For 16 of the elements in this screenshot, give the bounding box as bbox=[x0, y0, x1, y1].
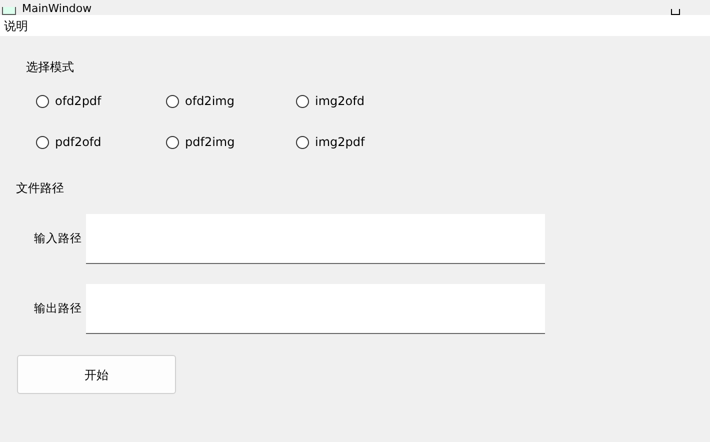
group-title: 文件路径 bbox=[15, 180, 65, 197]
radio-option[interactable]: ofd2img bbox=[166, 92, 296, 110]
path-field[interactable] bbox=[86, 284, 545, 334]
radio-option[interactable]: pdf2ofd bbox=[36, 133, 166, 151]
radio-option[interactable]: ofd2pdf bbox=[36, 92, 166, 110]
app-icon bbox=[2, 7, 16, 15]
radio-option[interactable]: img2ofd bbox=[296, 92, 426, 110]
field-label: 输出路径 bbox=[33, 300, 83, 318]
group-title: 选择模式 bbox=[26, 59, 75, 76]
field-label: 输入路径 bbox=[33, 230, 83, 248]
radio-option[interactable]: pdf2img bbox=[166, 133, 296, 151]
radio-option[interactable]: img2pdf bbox=[296, 133, 426, 151]
menu-item[interactable]: 说明 bbox=[4, 16, 28, 34]
start-button[interactable]: 开始 bbox=[17, 355, 176, 394]
window-title: MainWindow bbox=[22, 3, 92, 15]
path-field[interactable] bbox=[86, 214, 545, 264]
